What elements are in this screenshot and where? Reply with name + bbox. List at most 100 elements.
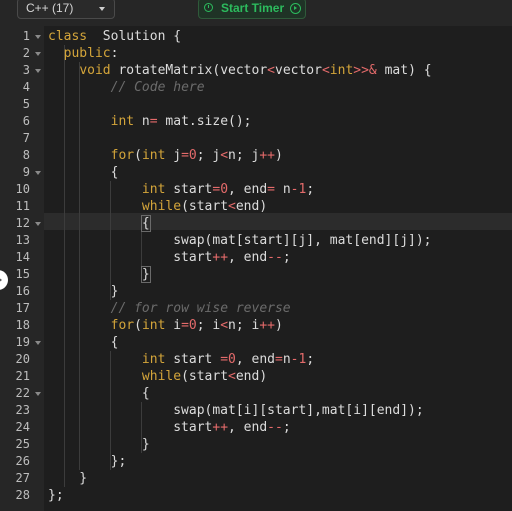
code-token: int [141,318,166,333]
language-select[interactable]: C++ (17) [17,0,115,19]
code-line[interactable]: while(start<end) [48,198,267,215]
line-number: 4 [22,80,30,94]
code-token: mat.size(); [157,114,252,129]
line-number: 27 [15,471,30,485]
gutter-line: 13 [0,232,44,249]
code-token: } [48,284,119,299]
gutter-line: 24 [0,419,44,436]
line-number: 8 [22,148,30,162]
code-token: ; [282,420,291,435]
code-token: = [149,114,158,129]
code-token: }; [48,454,127,469]
code-line[interactable]: } [48,436,150,453]
code-token: ; [282,250,291,265]
code-token: i [165,318,182,333]
code-line[interactable]: { [48,215,151,232]
code-token: int [141,182,166,197]
code-token: ++ [212,250,229,265]
code-token: ++ [259,148,276,163]
start-timer-label: Start Timer [221,1,285,15]
code-token: (start [181,199,229,214]
line-number: 18 [15,318,30,332]
code-line[interactable]: swap(mat[i][start],mat[i][end]); [48,402,423,419]
fold-chevron-icon[interactable] [35,392,41,396]
line-number: 19 [15,335,30,349]
code-token: Solution { [87,29,182,44]
code-line[interactable]: while(start<end) [48,368,267,385]
code-token: { [48,335,119,350]
line-number: 22 [15,386,30,400]
gutter-line: 16 [0,283,44,300]
code-token: int [329,63,354,78]
fold-chevron-icon[interactable] [35,171,41,175]
code-area[interactable]: class Solution { public: void rotateMatr… [44,26,512,511]
code-token: { [48,386,150,401]
code-line[interactable]: // Code here [48,79,205,96]
gutter-line: 6 [0,113,44,130]
code-token: -- [267,250,283,265]
code-editor[interactable]: 1 2 3 4 5 6 7 8 9 10 11 12 13 14 15 16 17 18 19 20 21 22 23 24 2… [0,26,512,511]
fold-chevron-icon[interactable] [35,341,41,345]
code-line[interactable]: class Solution { [48,28,181,45]
code-line[interactable]: for(int j=0; j<n; j++) [48,147,283,164]
code-token: end) [235,369,268,384]
code-token: ( [134,318,142,333]
code-token: < [228,369,236,384]
code-line[interactable]: } [48,283,119,300]
gutter-line: 20 [0,351,44,368]
line-number: 13 [15,233,30,247]
code-line[interactable]: { [48,164,119,181]
code-line[interactable]: }; [48,453,127,470]
code-line[interactable]: { [48,334,119,351]
code-line[interactable]: start++, end--; [48,249,291,266]
code-line[interactable]: int n= mat.size(); [48,113,252,130]
code-line[interactable]: // for row wise reverse [48,300,291,317]
gutter-line: 22 [0,385,44,402]
code-line[interactable]: public: [48,45,119,62]
gutter-line: 5 [0,96,44,113]
code-line[interactable]: { [48,385,150,402]
code-line[interactable]: swap(mat[start][j], mat[end][j]); [48,232,432,249]
code-token: swap(mat[start][j], mat[end][j]); [48,233,432,248]
start-timer-button[interactable]: Start Timer [198,0,306,19]
gutter-line: 4 [0,79,44,96]
line-number-gutter: 1 2 3 4 5 6 7 8 9 10 11 12 13 14 15 16 17 18 19 20 21 22 23 24 2… [0,26,44,511]
code-token: int [141,352,166,367]
fold-chevron-icon[interactable] [35,35,41,39]
code-line[interactable]: } [48,266,151,283]
code-token: (start [181,369,229,384]
line-number: 24 [15,420,30,434]
code-token: < [220,318,229,333]
line-number: 28 [15,488,30,502]
fold-chevron-icon[interactable] [35,222,41,226]
fold-chevron-icon[interactable] [35,69,41,73]
code-line[interactable]: for(int i=0; i<n; i++) [48,317,283,334]
code-line[interactable]: int start=0, end= n-1; [48,181,314,198]
gutter-line: 8 [0,147,44,164]
code-token: 0 [188,318,197,333]
code-line[interactable]: int start =0, end=n-1; [48,351,314,368]
fold-chevron-icon[interactable] [35,52,41,56]
code-token: ; [306,352,315,367]
code-token: // Code here [110,80,205,95]
code-token: < [321,63,330,78]
code-line[interactable]: start++, end--; [48,419,291,436]
code-token: ) [275,148,283,163]
line-number: 26 [15,454,30,468]
gutter-line: 9 [0,164,44,181]
code-token: end) [235,199,268,214]
gutter-line: 21 [0,368,44,385]
code-line[interactable]: } [48,470,87,487]
line-number: 12 [15,216,30,230]
code-line[interactable]: void rotateMatrix(vector<vector<int>>& m… [48,62,431,79]
code-line[interactable]: }; [48,487,64,504]
